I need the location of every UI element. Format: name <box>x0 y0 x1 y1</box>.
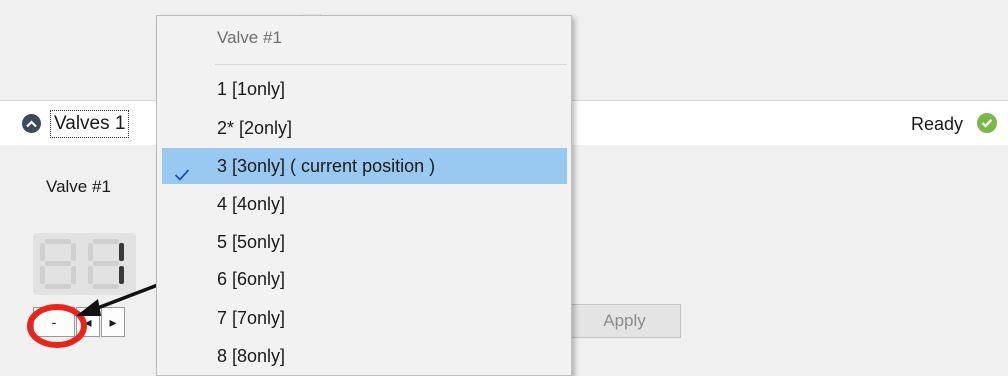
dropdown-header: Valve #1 <box>217 28 282 47</box>
menu-item-4[interactable]: 4 [4only] <box>162 186 567 222</box>
previous-button[interactable]: ◂ <box>76 307 100 337</box>
menu-item-6[interactable]: 6 [6only] <box>162 261 567 297</box>
valve-label: Valve #1 <box>46 177 111 196</box>
menu-item-5[interactable]: 5 [5only] <box>162 224 567 260</box>
dropdown-separator <box>215 64 567 65</box>
check-circle-icon <box>977 113 997 133</box>
position-stepper: - ◂ ▸ <box>33 307 126 337</box>
status-text: Ready <box>911 114 964 134</box>
apply-button[interactable]: Apply <box>568 304 681 338</box>
valve-position-dropdown: Valve #1 1 [1only] 2* [2only] 3 [3only] … <box>156 15 572 376</box>
menu-item-2[interactable]: 2* [2only] <box>162 110 567 146</box>
seven-segment-display <box>33 233 136 295</box>
minus-button[interactable]: - <box>33 307 75 337</box>
next-button[interactable]: ▸ <box>101 307 125 337</box>
collapse-up-icon[interactable] <box>22 114 41 133</box>
menu-item-3[interactable]: 3 [3only] ( current position ) <box>162 148 567 184</box>
group-title[interactable]: Valves 1 <box>50 110 130 138</box>
menu-item-8[interactable]: 8 [8only] <box>162 338 567 374</box>
menu-item-1[interactable]: 1 [1only] <box>162 71 567 107</box>
menu-item-7[interactable]: 7 [7only] <box>162 300 567 336</box>
